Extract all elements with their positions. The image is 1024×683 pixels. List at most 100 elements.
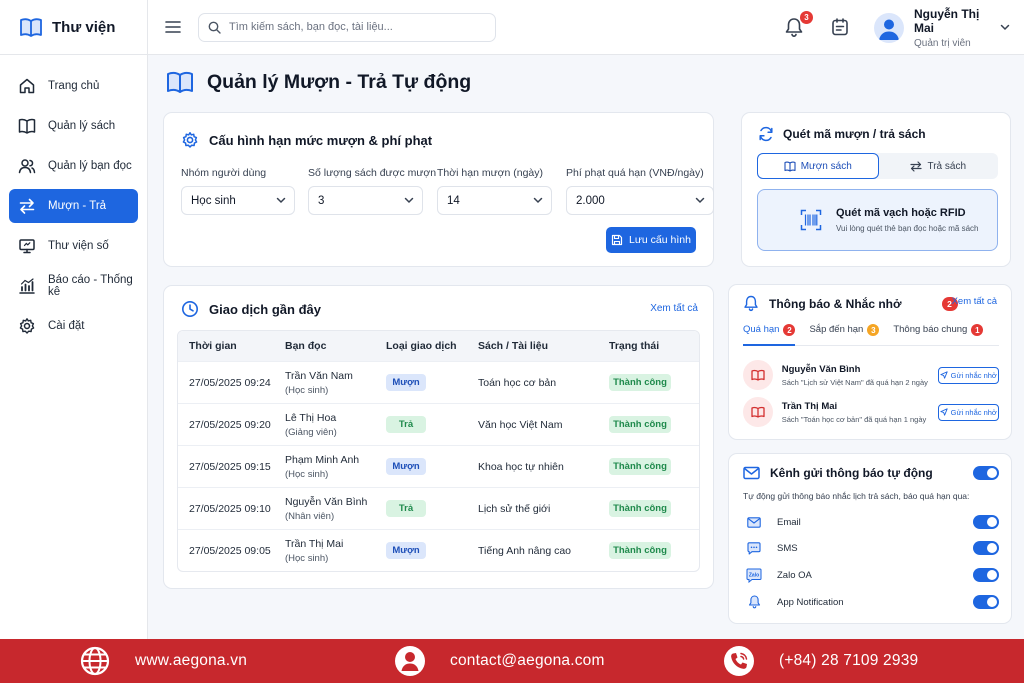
book-cell: Khoa học tự nhiên [478,460,564,473]
channel-label: Zalo OA [777,569,812,581]
chat-bubble-icon [743,538,765,558]
type-badge: Mượn [386,374,426,391]
transactions-view-all-link[interactable]: Xem tất cả [650,303,698,314]
chevron-down-icon [276,197,286,204]
hamburger-menu-icon[interactable] [162,16,184,38]
channels-master-toggle[interactable] [973,466,999,480]
select-value: 2.000 [576,194,605,207]
book-cell: Tiếng Anh nâng cao [478,544,572,557]
barcode-scan-icon [800,209,822,231]
sidebar-item-readers[interactable]: Quản lý bạn đọc [9,149,138,183]
monitor-icon [18,237,36,255]
table-row[interactable]: 27/05/2025 09:10 Nguyễn Văn Bình (Nhân vi… [178,487,699,529]
tab-label: Thông báo chung [893,324,968,335]
reader-name: Lê Thị Hoa [285,411,337,424]
person-icon [395,646,425,676]
scan-area[interactable]: Quét mã vạch hoặc RFID Vui lòng quét thẻ… [757,189,998,251]
tab-borrow[interactable]: Mượn sách [757,153,879,179]
search-icon [208,21,221,34]
app-name: Thư viện [52,18,116,36]
book-open-icon [784,161,796,172]
sidebar-item-label: Báo cáo - Thống kê [48,274,133,298]
reader-role: (Giảng viên) [285,426,337,438]
sidebar-item-reports[interactable]: Báo cáo - Thống kê [9,269,138,303]
sidebar-item-home[interactable]: Trang chủ [9,69,138,103]
notification-button[interactable]: 3 [784,10,813,39]
sidebar-item-label: Quản lý bạn đọc [48,160,132,172]
channel-row-zalo: Zalo Zalo OA [743,565,999,585]
tab-return[interactable]: Trả sách [879,153,999,179]
reader-cell: Trần Văn Nam (Học sinh) [285,370,386,396]
sidebar-item-digital-library[interactable]: Thư viện số [9,229,138,263]
type-badge: Mượn [386,458,426,475]
zalo-toggle[interactable] [973,568,999,582]
type-cell: Trả [386,416,478,433]
channel-label: Email [777,516,801,528]
clock-icon [181,300,199,318]
footer-phone[interactable]: (+84) 28 7109 2939 [724,646,918,676]
transactions-table: Thời gian Bạn đọc Loại giao dịch Sách / … [177,330,700,572]
button-label: Gửi nhắc nhở [950,370,997,380]
table-row[interactable]: 27/05/2025 09:20 Lê Thị Hoa (Giảng viên) … [178,403,699,445]
sms-toggle[interactable] [973,541,999,555]
avatar[interactable] [874,12,904,43]
table-header: Thời gian Bạn đọc Loại giao dịch Sách / … [178,331,699,361]
scan-card: Quét mã mượn / trả sách Mượn sách Trả sá… [741,112,1011,267]
table-row[interactable]: 27/05/2025 09:15 Phạm Minh Anh (Học sinh)… [178,445,699,487]
tab-label: Mượn sách [800,160,852,172]
table-row[interactable]: 27/05/2025 09:05 Trần Thị Mai (Học sinh) … [178,529,699,571]
select-value: 3 [318,194,325,207]
search-box[interactable] [198,12,496,42]
tab-general[interactable]: Thông báo chung 1 [893,324,984,346]
tab-overdue[interactable]: Quá hạn 2 [743,324,796,346]
sidebar: Trang chủ Quản lý sách Quản lý bạn đọc M… [0,55,148,639]
chevron-down-icon[interactable] [1000,24,1010,31]
scan-title: Quét mã mượn / trả sách [783,127,926,141]
sidebar-item-label: Trang chủ [48,80,100,92]
late-fee-select[interactable]: 2.000 [566,186,714,215]
user-group-select[interactable]: Học sinh [181,186,295,215]
type-cell: Trả [386,500,478,517]
footer-email[interactable]: contact@aegona.com [395,646,605,676]
user-info[interactable]: Nguyễn Thị Mai Quản trị viên [914,7,1000,49]
reader-cell: Phạm Minh Anh (Học sinh) [285,454,386,480]
brand[interactable]: Thư viện [0,0,148,55]
tab-due-soon[interactable]: Sắp đến hạn 3 [809,324,880,346]
calendar-button[interactable] [830,17,852,39]
column-header: Loại giao dịch [386,340,457,352]
notices-tabs: Quá hạn 2 Sắp đến hạn 3 Thông báo chung … [743,324,999,346]
email-toggle[interactable] [973,515,999,529]
search-input[interactable] [229,21,479,33]
chevron-down-icon [533,197,543,204]
app-notification-toggle[interactable] [973,595,999,609]
footer-website[interactable]: www.aegona.vn [80,646,247,676]
sidebar-item-borrow-return[interactable]: Mượn - Trả [9,189,138,223]
time-cell: 27/05/2025 09:20 [189,418,271,431]
send-reminder-button[interactable]: Gửi nhắc nhở [937,403,999,421]
gear-icon [181,131,199,149]
notice-description: Sách "Toán học cơ bản" đã quá hạn 1 ngày [781,414,927,424]
loan-period-field: Thời hạn mượn (ngày) 14 [437,167,552,215]
save-config-button[interactable]: Lưu cấu hình [606,227,696,253]
transactions-card: Giao dịch gần đây Xem tất cả Thời gian B… [163,285,714,589]
table-row[interactable]: 27/05/2025 09:24 Trần Văn Nam (Học sinh) … [178,361,699,403]
user-group-field: Nhóm người dùng Học sinh [181,167,295,215]
book-quantity-field: Số lượng sách được mượn 3 [308,167,436,215]
sidebar-item-settings[interactable]: Cài đặt [9,309,138,343]
loan-period-select[interactable]: 14 [437,186,552,215]
sidebar-item-label: Quản lý sách [48,120,116,132]
notices-view-all-link[interactable]: Xem tất cả [952,296,997,307]
late-fee-field: Phí phạt quá hạn (VNĐ/ngày) 2.000 [566,167,714,215]
reader-role: (Học sinh) [285,384,329,396]
sidebar-item-books[interactable]: Quản lý sách [9,109,138,143]
type-cell: Mượn [386,542,478,559]
column-header: Sách / Tài liệu [478,340,549,352]
page-title: Quản lý Mượn - Trả Tự động [207,70,472,93]
scan-mode-tabs: Mượn sách Trả sách [757,153,998,179]
send-reminder-button[interactable]: Gửi nhắc nhở [937,366,999,384]
mail-icon [743,466,760,480]
email-text: contact@aegona.com [450,652,605,669]
users-icon [18,157,36,175]
phone-icon [724,646,754,676]
book-quantity-select[interactable]: 3 [308,186,423,215]
